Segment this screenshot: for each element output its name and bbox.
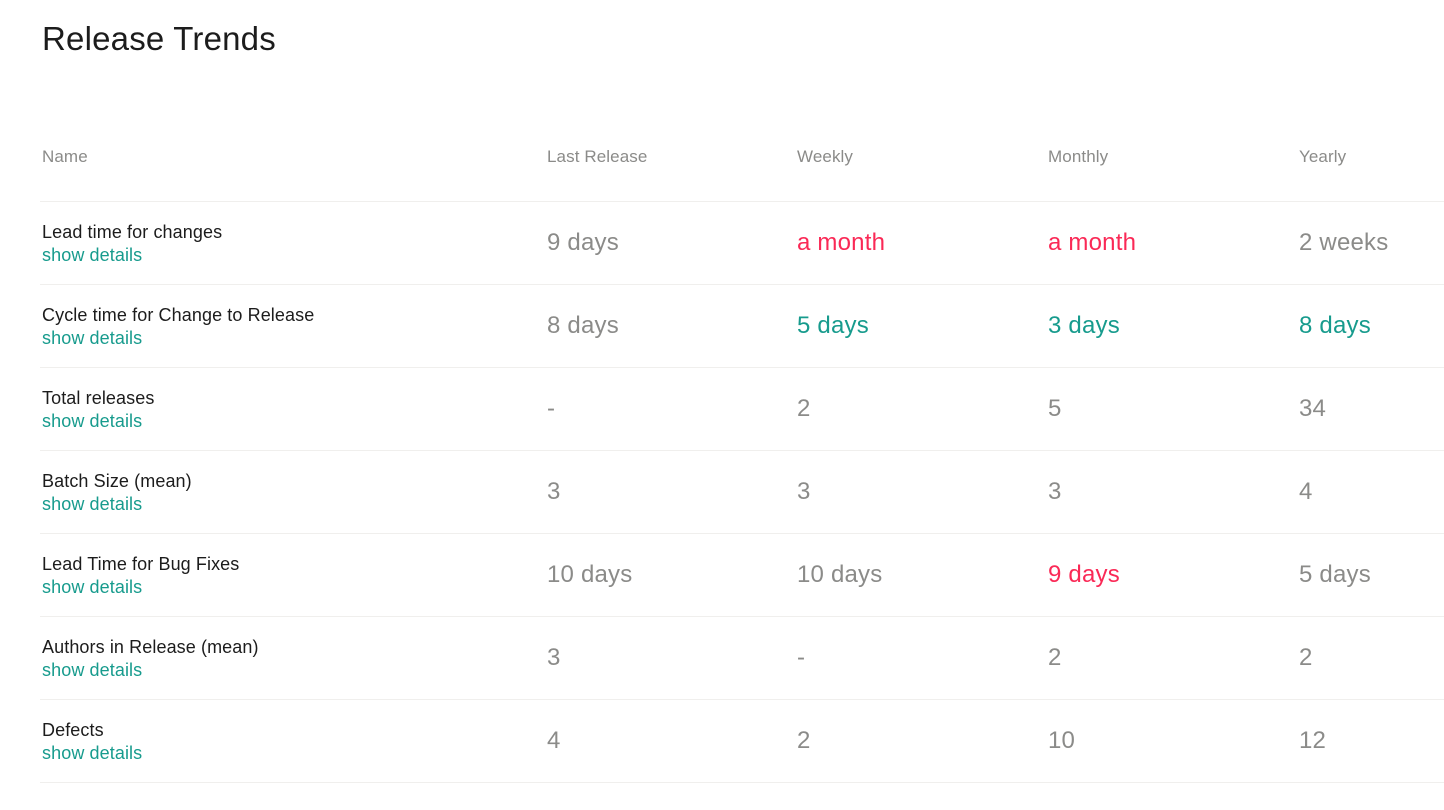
metric-value-yearly: 12 [1297, 727, 1444, 755]
table-row: Defects show details 4 2 10 12 [40, 700, 1444, 783]
metric-name: Batch Size (mean) [42, 469, 545, 494]
table-row: Total releases show details - 2 5 34 [40, 368, 1444, 451]
metric-value-yearly: 34 [1297, 395, 1444, 423]
table-row: Cycle time for Change to Release show de… [40, 285, 1444, 368]
metric-name: Total releases [42, 386, 545, 411]
metric-value-weekly: 3 [795, 478, 1046, 506]
metric-value-last-release: 8 days [545, 312, 795, 340]
metric-value-weekly: a month [795, 229, 1046, 257]
metric-name: Authors in Release (mean) [42, 635, 545, 660]
table-row: Batch Size (mean) show details 3 3 3 4 [40, 451, 1444, 534]
metric-value-yearly: 8 days [1297, 312, 1444, 340]
table-body: Lead time for changes show details 9 day… [40, 202, 1444, 783]
metric-name-cell: Authors in Release (mean) show details [40, 635, 545, 681]
metric-value-monthly: 3 days [1046, 312, 1297, 340]
metric-value-last-release: 3 [545, 644, 795, 672]
metric-value-yearly: 5 days [1297, 561, 1444, 589]
column-header-monthly: Monthly [1046, 147, 1297, 167]
metric-value-monthly: 3 [1046, 478, 1297, 506]
metric-value-monthly: 10 [1046, 727, 1297, 755]
metric-value-weekly: 2 [795, 727, 1046, 755]
metric-name-cell: Total releases show details [40, 386, 545, 432]
column-header-yearly: Yearly [1297, 147, 1444, 167]
metric-value-weekly: - [795, 644, 1046, 672]
metric-value-weekly: 5 days [795, 312, 1046, 340]
column-header-weekly: Weekly [795, 147, 1046, 167]
metric-value-weekly: 10 days [795, 561, 1046, 589]
column-header-name: Name [40, 147, 545, 167]
metric-value-monthly: 9 days [1046, 561, 1297, 589]
metric-value-monthly: 5 [1046, 395, 1297, 423]
release-trends-table: Name Last Release Weekly Monthly Yearly … [40, 147, 1444, 783]
metric-value-last-release: - [545, 395, 795, 423]
show-details-link[interactable]: show details [42, 743, 142, 764]
metric-value-last-release: 9 days [545, 229, 795, 257]
metric-name-cell: Batch Size (mean) show details [40, 469, 545, 515]
show-details-link[interactable]: show details [42, 577, 142, 598]
metric-value-last-release: 3 [545, 478, 795, 506]
metric-name: Cycle time for Change to Release [42, 303, 545, 328]
show-details-link[interactable]: show details [42, 411, 142, 432]
metric-name: Lead time for changes [42, 220, 545, 245]
metric-value-yearly: 4 [1297, 478, 1444, 506]
column-header-last-release: Last Release [545, 147, 795, 167]
metric-name-cell: Lead Time for Bug Fixes show details [40, 552, 545, 598]
metric-name: Defects [42, 718, 545, 743]
metric-name-cell: Lead time for changes show details [40, 220, 545, 266]
metric-value-weekly: 2 [795, 395, 1046, 423]
page-title: Release Trends [42, 20, 1444, 58]
metric-name: Lead Time for Bug Fixes [42, 552, 545, 577]
metric-value-monthly: 2 [1046, 644, 1297, 672]
metric-value-last-release: 4 [545, 727, 795, 755]
metric-name-cell: Defects show details [40, 718, 545, 764]
table-header-row: Name Last Release Weekly Monthly Yearly [40, 147, 1444, 202]
metric-value-yearly: 2 [1297, 644, 1444, 672]
table-row: Lead Time for Bug Fixes show details 10 … [40, 534, 1444, 617]
show-details-link[interactable]: show details [42, 245, 142, 266]
show-details-link[interactable]: show details [42, 494, 142, 515]
metric-value-last-release: 10 days [545, 561, 795, 589]
show-details-link[interactable]: show details [42, 660, 142, 681]
metric-name-cell: Cycle time for Change to Release show de… [40, 303, 545, 349]
show-details-link[interactable]: show details [42, 328, 142, 349]
metric-value-monthly: a month [1046, 229, 1297, 257]
release-trends-page: Release Trends Name Last Release Weekly … [0, 0, 1444, 810]
table-row: Lead time for changes show details 9 day… [40, 202, 1444, 285]
table-row: Authors in Release (mean) show details 3… [40, 617, 1444, 700]
metric-value-yearly: 2 weeks [1297, 229, 1444, 257]
